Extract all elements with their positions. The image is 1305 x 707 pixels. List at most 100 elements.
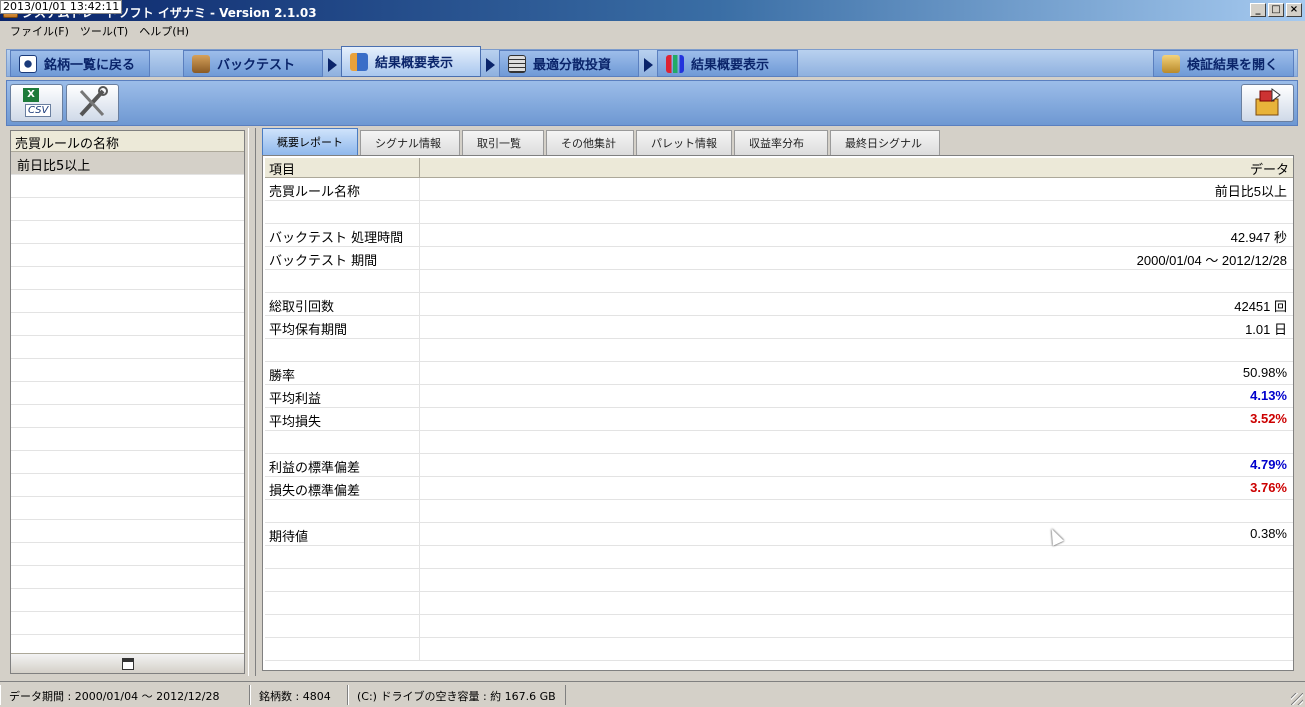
tab-label: 最適分散投資 (533, 58, 612, 73)
empty-row (11, 612, 244, 635)
status-symbol-count: 銘柄数 : 4804 (250, 684, 348, 705)
row-item-label (265, 500, 420, 522)
table-row[interactable]: 損失の標準偏差 3.76% (265, 477, 1293, 500)
empty-row (11, 244, 244, 267)
tab-optimal-diversification[interactable]: 最適分散投資 (499, 50, 639, 77)
grid-header: 項目 データ (265, 158, 1293, 178)
report-tabs: 概要レポート シグナル情報 取引一覧 その他集計 パレット情報 収益率分布 最終… (262, 128, 942, 155)
tab-result-summary-2[interactable]: 結果概要表示 (657, 50, 798, 77)
table-row[interactable] (265, 615, 1293, 638)
open-results-button[interactable]: 検証結果を開く (1153, 50, 1294, 77)
empty-row (11, 497, 244, 520)
row-data-value (420, 546, 1293, 568)
rule-list-panel: 売買ルールの名称 前日比5以上 (10, 130, 245, 674)
eye-icon (19, 54, 37, 73)
tab-other-stats[interactable]: その他集計 (546, 130, 634, 155)
result-panel: 概要レポート シグナル情報 取引一覧 その他集計 パレット情報 収益率分布 最終… (258, 128, 1298, 676)
table-row[interactable] (265, 592, 1293, 615)
row-item-label: 平均損失 (265, 408, 420, 430)
wizard-bar: 銘柄一覧に戻る バックテスト 結果概要表示 最適分散投資 結果概要表示 検証結果… (0, 40, 1305, 78)
table-row[interactable] (265, 546, 1293, 569)
tab-result-summary[interactable]: 結果概要表示 (341, 46, 481, 77)
table-row[interactable] (265, 270, 1293, 293)
row-item-label: 期待値 (265, 523, 420, 545)
row-data-value: 50.98% (1242, 365, 1287, 380)
table-row[interactable]: バックテスト 処理時間 42.947 秒 (265, 224, 1293, 247)
table-row[interactable]: 総取引回数 42451 回 (265, 293, 1293, 316)
table-row[interactable] (265, 500, 1293, 523)
row-item-label (265, 201, 420, 223)
tab-palette-info[interactable]: パレット情報 (636, 130, 732, 155)
tab-back-to-list[interactable]: 銘柄一覧に戻る (10, 50, 150, 77)
tab-trade-list[interactable]: 取引一覧 (462, 130, 544, 155)
tab-label: 結果概要表示 (691, 58, 770, 73)
table-row[interactable]: 平均損失 3.52% (265, 408, 1293, 431)
summary-grid-inner: 項目 データ 売買ルール名称 前日比5以上 バックテスト 処理時間 42.947 秒バ… (265, 158, 1293, 661)
row-data-value (420, 339, 1293, 361)
resize-grip[interactable] (1291, 693, 1303, 705)
save-button[interactable] (11, 653, 244, 673)
tab-last-day-signal[interactable]: 最終日シグナル (830, 130, 940, 155)
empty-row (11, 382, 244, 405)
bar-chart-icon (666, 54, 684, 73)
rule-list-header: 売買ルールの名称 (11, 131, 244, 152)
tab-label: バックテスト (217, 58, 296, 73)
row-data-value: 42451 回 (1234, 299, 1287, 314)
menu-help[interactable]: ヘルプ(H) (135, 23, 196, 39)
menu-tools[interactable]: ツール(T) (76, 23, 135, 39)
grid-icon (508, 54, 526, 73)
table-row[interactable] (265, 201, 1293, 224)
empty-row (11, 405, 244, 428)
row-data-value: 4.79% (1250, 457, 1287, 472)
table-row[interactable]: 売買ルール名称 前日比5以上 (265, 178, 1293, 201)
empty-row (11, 589, 244, 612)
row-data-value: 4.13% (1250, 388, 1287, 403)
panel-splitter[interactable] (248, 128, 256, 676)
table-row[interactable]: 勝率 50.98% (265, 362, 1293, 385)
arrow-right-icon (486, 58, 495, 72)
tab-backtest[interactable]: バックテスト (183, 50, 323, 77)
row-data-value: 1.01 日 (1245, 322, 1287, 337)
row-item-label: 利益の標準偏差 (265, 454, 420, 476)
empty-row (11, 267, 244, 290)
row-item-label (265, 569, 420, 591)
tab-summary-report[interactable]: 概要レポート (262, 128, 358, 155)
tab-signal-info[interactable]: シグナル情報 (360, 130, 460, 155)
empty-row (11, 221, 244, 244)
close-button[interactable]: × (1286, 3, 1302, 17)
tools-button[interactable] (66, 84, 119, 122)
column-header-data[interactable]: データ (420, 158, 1293, 178)
menu-bar: ファイル(F) ツール(T) ヘルプ(H) (0, 21, 1305, 40)
row-data-value: 前日比5以上 (1214, 184, 1287, 199)
export-button[interactable] (1241, 84, 1294, 122)
csv-export-button[interactable]: X CSV (10, 84, 63, 122)
empty-row (11, 336, 244, 359)
rule-list-item[interactable]: 前日比5以上 (11, 152, 244, 175)
row-item-label (265, 592, 420, 614)
row-data-value (420, 638, 1293, 660)
status-bar: データ期間 : 2000/01/04 ～ 2012/12/28 銘柄数 : 48… (0, 681, 1305, 707)
table-row[interactable] (265, 638, 1293, 661)
table-row[interactable]: 平均保有期間 1.01 日 (265, 316, 1293, 339)
empty-row (11, 566, 244, 589)
table-row[interactable]: バックテスト 期間 2000/01/04 ～ 2012/12/28 (265, 247, 1293, 270)
tab-label: 銘柄一覧に戻る (44, 58, 136, 73)
maximize-button[interactable]: □ (1268, 3, 1284, 17)
empty-row (11, 520, 244, 543)
row-data-value (420, 500, 1293, 522)
row-item-label: 総取引回数 (265, 293, 420, 315)
column-header-item[interactable]: 項目 (265, 158, 420, 178)
row-data-value (420, 431, 1293, 453)
table-row[interactable]: 利益の標準偏差 4.79% (265, 454, 1293, 477)
save-icon (121, 657, 134, 670)
excel-icon: X (23, 88, 39, 102)
table-row[interactable] (265, 431, 1293, 454)
table-row[interactable]: 期待値 0.38% (265, 523, 1293, 546)
table-row[interactable] (265, 339, 1293, 362)
table-row[interactable] (265, 569, 1293, 592)
table-row[interactable]: 平均利益 4.13% (265, 385, 1293, 408)
tab-return-distribution[interactable]: 収益率分布 (734, 130, 828, 155)
minimize-button[interactable]: _ (1250, 3, 1266, 17)
csv-label: CSV (25, 104, 52, 117)
menu-file[interactable]: ファイル(F) (6, 23, 76, 39)
